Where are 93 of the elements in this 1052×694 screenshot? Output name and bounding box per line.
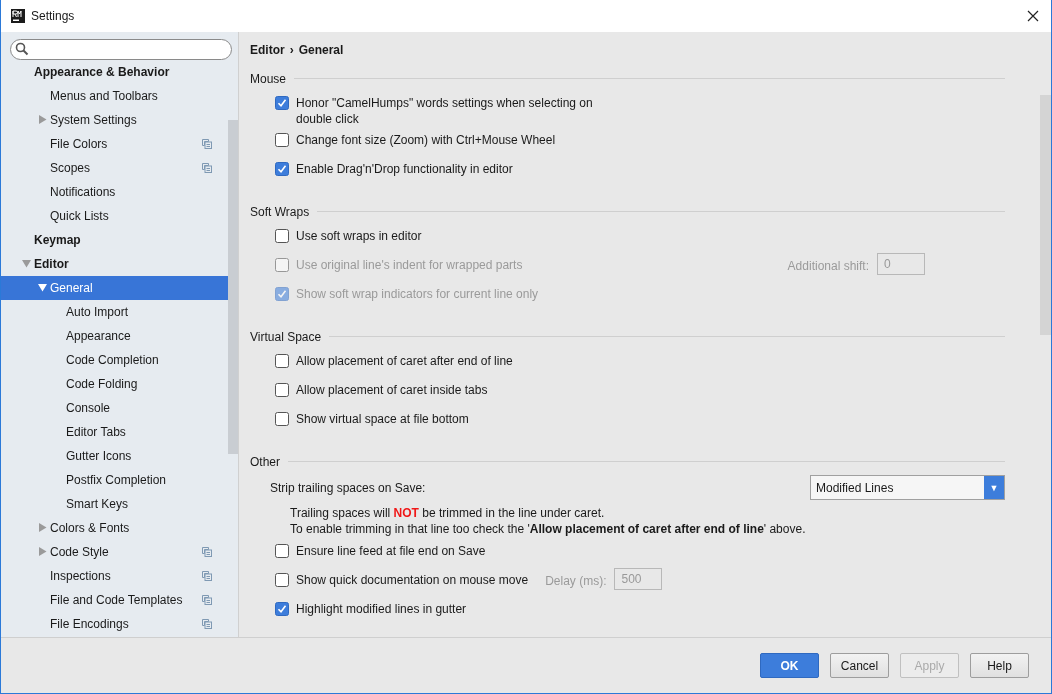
tree-item[interactable]: Code Completion xyxy=(1,347,228,372)
tree-item-label: System Settings xyxy=(50,112,137,127)
checkbox[interactable] xyxy=(275,161,289,176)
tree-item-label: Gutter Icons xyxy=(66,448,132,463)
dropdown[interactable]: Modified Lines ▼ xyxy=(810,475,1005,501)
tree-item[interactable]: File and Code Templates xyxy=(1,587,228,612)
search-field[interactable] xyxy=(10,38,232,60)
tree-item[interactable]: Editor xyxy=(1,251,228,276)
tree-item[interactable]: Menus and Toolbars xyxy=(1,83,228,108)
tree-item[interactable]: Editor Tabs xyxy=(1,419,228,444)
tree-item[interactable]: Gutter Icons xyxy=(1,443,228,468)
dialog-button[interactable]: OK xyxy=(760,653,819,679)
tree-item-label: File Colors xyxy=(50,136,108,151)
checkbox-label[interactable]: Show quick documentation on mouse move xyxy=(296,571,529,588)
tree-item[interactable]: Appearance & Behavior xyxy=(1,59,228,84)
tree-item[interactable]: Smart Keys xyxy=(1,491,228,516)
tree-item[interactable]: Auto Import xyxy=(1,299,228,324)
tree-item-label: Console xyxy=(66,400,111,415)
checkbox-label[interactable]: Ensure line feed at file end on Save xyxy=(296,542,486,559)
tree-item[interactable]: Postfix Completion xyxy=(1,467,228,492)
tree-item-label: File Encodings xyxy=(50,616,129,631)
tree-item-label: Colors & Fonts xyxy=(50,520,130,535)
tree-item-label: General xyxy=(50,280,93,295)
tree-item[interactable]: Console xyxy=(1,395,228,420)
checkbox[interactable] xyxy=(275,543,289,558)
tree-item-label: Keymap xyxy=(34,232,81,247)
checkbox-label[interactable]: Enable Drag'n'Drop functionality in editor xyxy=(296,160,513,177)
section-title: Other xyxy=(250,454,280,469)
tree-item[interactable]: System Settings xyxy=(1,107,228,132)
select-label: Strip trailing spaces on Save: xyxy=(270,480,426,495)
checkbox-label[interactable]: Highlight modified lines in gutter xyxy=(296,600,467,617)
tree-item[interactable]: General xyxy=(1,275,228,300)
hint-text: Trailing spaces will NOT be trimmed in the line under caret. xyxy=(289,504,606,521)
hint-text: To enable trimming in that line too check the 'Allow placement of caret after end of line' above. xyxy=(289,520,807,537)
tree-item[interactable]: Code Style xyxy=(1,539,228,564)
tree-item-label: Editor xyxy=(34,256,69,271)
window-title: Settings xyxy=(31,8,75,23)
checkbox[interactable] xyxy=(275,601,289,616)
tree-item[interactable]: Inspections xyxy=(1,563,228,588)
tree-item-label: Editor Tabs xyxy=(66,424,126,439)
breadcrumb-parent[interactable]: Editor xyxy=(250,42,285,57)
checkbox-label[interactable]: Show virtual space at file bottom xyxy=(296,410,469,427)
scrollbar-thumb[interactable] xyxy=(228,119,238,454)
tree-item-label: Inspections xyxy=(50,568,111,583)
breadcrumb-separator: › xyxy=(289,42,294,57)
checkbox-label[interactable]: Allow placement of caret after end of line xyxy=(296,352,513,369)
checkbox[interactable] xyxy=(275,132,289,147)
tree-item[interactable]: File Encodings xyxy=(1,611,228,636)
checkbox[interactable] xyxy=(275,572,289,587)
checkbox[interactable] xyxy=(275,95,289,110)
app-logo-icon xyxy=(11,8,25,23)
tree-item[interactable]: Colors & Fonts xyxy=(1,515,228,540)
tree-item[interactable]: File Colors xyxy=(1,131,228,156)
tree-item-label: Scopes xyxy=(50,160,91,175)
tree-item[interactable]: Keymap xyxy=(1,227,228,252)
tree-item-label: Notifications xyxy=(50,184,116,199)
dialog-button[interactable]: Cancel xyxy=(830,653,889,679)
checkbox-label[interactable]: Allow placement of caret inside tabs xyxy=(296,381,488,398)
tree-item-label: Code Style xyxy=(50,544,109,559)
search-icon xyxy=(15,42,29,57)
close-icon[interactable] xyxy=(1027,9,1039,22)
scrollbar-thumb[interactable] xyxy=(1040,94,1051,335)
section-title: Virtual Space xyxy=(250,329,322,344)
field-label: Additional shift: xyxy=(787,257,869,274)
tree-item-label: File and Code Templates xyxy=(50,592,183,607)
tree-item-label: Code Completion xyxy=(66,352,159,367)
checkbox-label[interactable]: Honor "CamelHumps" words settings when selecting on double click xyxy=(296,94,606,127)
tree-item-label: Auto Import xyxy=(66,304,129,319)
tree-item-label: Menus and Toolbars xyxy=(50,88,158,103)
tree-item[interactable]: Scopes xyxy=(1,155,228,180)
checkbox[interactable] xyxy=(275,411,289,426)
tree-item[interactable]: Code Folding xyxy=(1,371,228,396)
checkbox-label[interactable]: Change font size (Zoom) with Ctrl+Mouse Wheel xyxy=(296,131,556,148)
tree-item[interactable]: Quick Lists xyxy=(1,203,228,228)
tree-item-label: Appearance & Behavior xyxy=(34,64,170,79)
tree-item-label: Quick Lists xyxy=(50,208,109,223)
tree-item[interactable]: Notifications xyxy=(1,179,228,204)
tree-item-label: Smart Keys xyxy=(66,496,128,511)
checkbox[interactable] xyxy=(275,382,289,397)
tree-item[interactable]: Appearance xyxy=(1,323,228,348)
tree-item-label: Appearance xyxy=(66,328,131,343)
checkbox[interactable] xyxy=(275,228,289,243)
section-title: Mouse xyxy=(250,71,287,86)
checkbox-label[interactable]: Use soft wraps in editor xyxy=(296,227,422,244)
dialog-button[interactable]: Help xyxy=(970,653,1029,679)
triangle-down-icon[interactable] xyxy=(37,283,47,293)
field-label: Delay (ms): xyxy=(545,572,607,589)
checkbox[interactable] xyxy=(275,353,289,368)
caret-icon: ▼ xyxy=(984,476,1004,500)
tree-item-label: Code Folding xyxy=(66,376,138,391)
breadcrumb-current: General xyxy=(298,42,344,57)
tree-item-label: Postfix Completion xyxy=(66,472,167,487)
section-title: Soft Wraps xyxy=(250,204,310,219)
